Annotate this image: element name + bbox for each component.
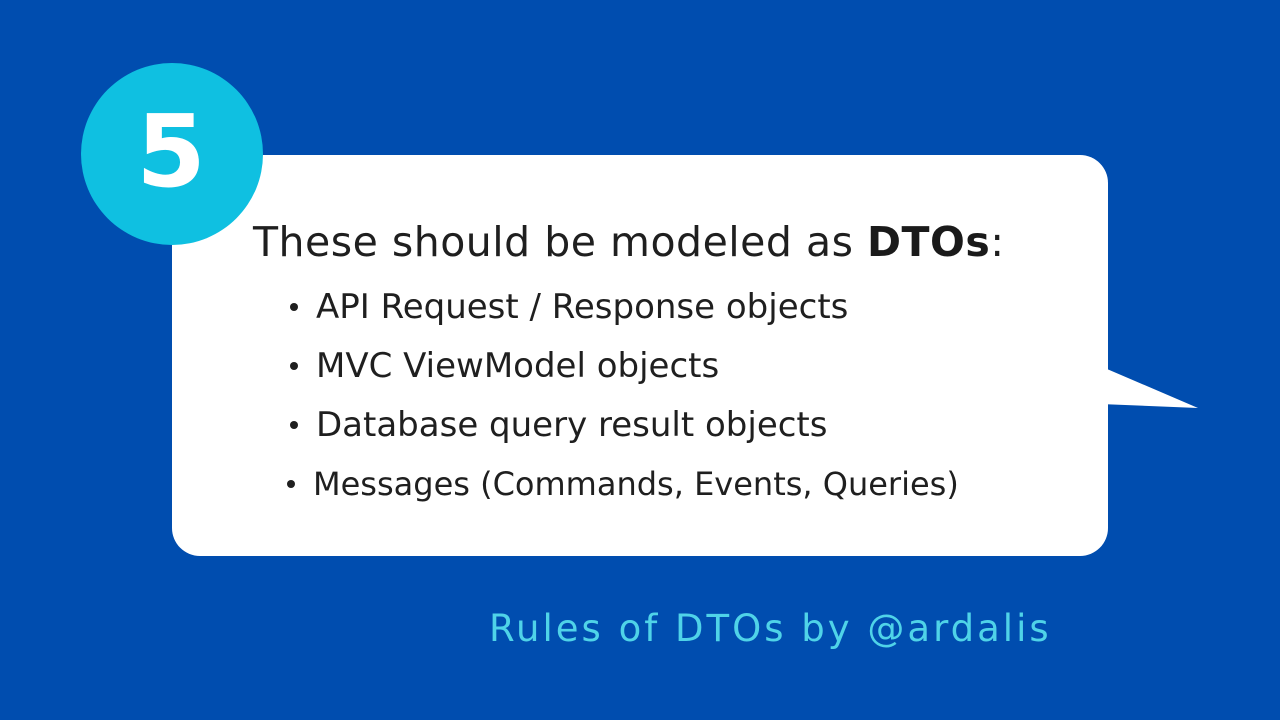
headline-suffix: :: [990, 218, 1005, 266]
list-item: MVC ViewModel objects: [290, 344, 719, 388]
list-item: API Request / Response objects: [290, 285, 848, 329]
rule-number: 5: [136, 93, 206, 210]
footer-credit: Rules of DTOs by @ardalis: [489, 607, 1052, 650]
headline: These should be modeled as DTOs:: [253, 214, 1005, 270]
bullet-icon: [290, 303, 298, 311]
list-item-text: API Request / Response objects: [316, 287, 849, 327]
rule-number-badge: 5: [81, 63, 263, 245]
list-item-text: MVC ViewModel objects: [316, 346, 720, 386]
list-item-text: Messages (Commands, Events, Queries): [313, 465, 959, 503]
list-item: Database query result objects: [290, 403, 827, 447]
slide: 5 These should be modeled as DTOs: API R…: [0, 0, 1280, 720]
list-item: Messages (Commands, Events, Queries): [287, 462, 959, 506]
bullet-icon: [290, 362, 298, 370]
list-item-text: Database query result objects: [316, 405, 828, 445]
headline-bold: DTOs: [867, 218, 991, 266]
bullet-icon: [287, 480, 295, 488]
headline-prefix: These should be modeled as: [253, 218, 867, 266]
bullet-icon: [290, 421, 298, 429]
